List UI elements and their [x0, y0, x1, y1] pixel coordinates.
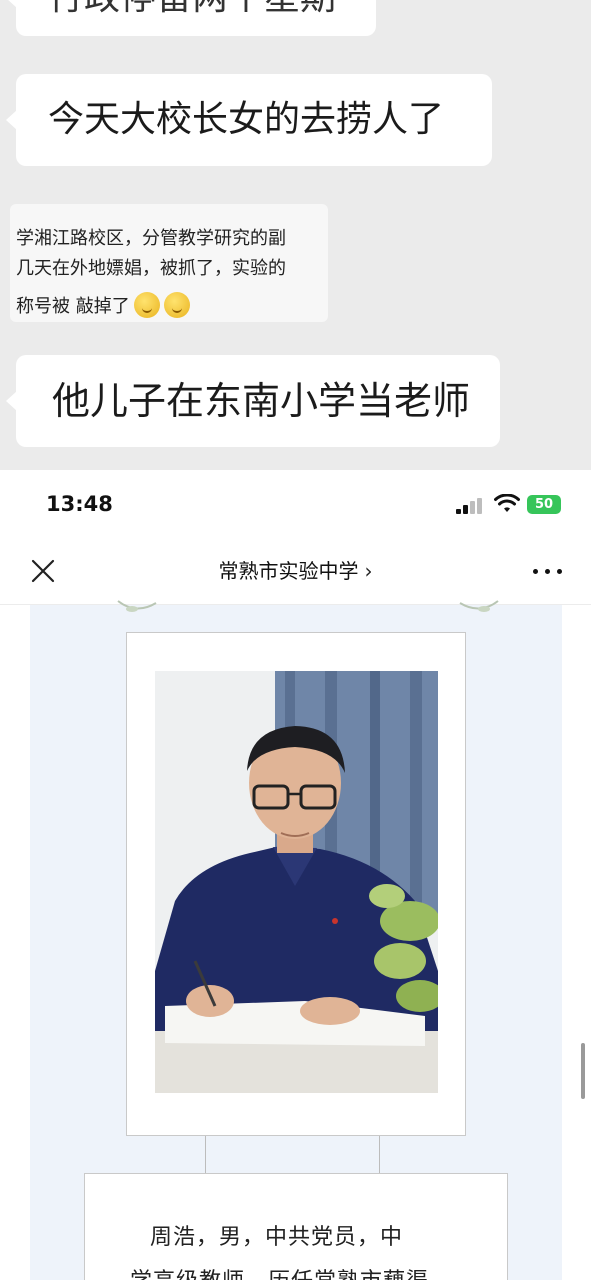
nav-title[interactable]: 常熟市实验中学 ›: [0, 558, 591, 584]
bio-line-1: 周浩，男，中共党员，中: [150, 1225, 404, 1250]
chat-bubble-text: 行政停留两个星期: [48, 0, 336, 16]
battery-level: 50: [534, 497, 554, 512]
more-icon[interactable]: [533, 569, 563, 575]
forwarded-line-1: 学湘江路校区，分管教学研究的副: [16, 228, 286, 249]
phone-screenshot: 13:48 50 常熟市实验中学 › 周浩，男，中共党员，中: [0, 470, 591, 1280]
leaf-ornament-left: [117, 600, 157, 612]
chat-bubble-text: 今天大校长女的去捞人了: [48, 99, 445, 140]
scrollbar[interactable]: [581, 1043, 585, 1099]
battery-icon: 50: [527, 495, 561, 514]
chat-bubble-son[interactable]: 他儿子在东南小学当老师: [6, 355, 500, 447]
bio-line-2: 学高级教师，历任常熟市藕渠: [130, 1263, 429, 1280]
connector-line: [205, 1136, 206, 1173]
portrait-photo: [155, 671, 438, 1093]
status-time: 13:48: [46, 492, 113, 516]
wifi-icon: [494, 494, 520, 512]
chat-screenshot: 行政停留两个星期 今天大校长女的去捞人了 学湘江路校区，分管教学研究的副 几天在…: [0, 0, 591, 470]
chat-forwarded-image[interactable]: 学湘江路校区，分管教学研究的副 几天在外地嫖娼，被抓了，实验的 称号被 敲掉了: [10, 204, 328, 322]
article-content: 周浩，男，中共党员，中 学高级教师，历任常熟市藕渠: [30, 600, 562, 1280]
chat-bubble-cut-top: 行政停留两个星期: [6, 0, 376, 36]
forwarded-line-2: 几天在外地嫖娼，被抓了，实验的: [16, 258, 286, 279]
smiley-emoji-icon: [163, 292, 190, 318]
smiley-emoji-icon: [133, 292, 160, 318]
forwarded-line-3-text: 称号被 敲掉了: [16, 296, 130, 317]
chat-bubble-text: 他儿子在东南小学当老师: [52, 379, 471, 423]
chevron-right-icon: ›: [364, 559, 373, 583]
nav-title-text: 常熟市实验中学: [218, 559, 359, 583]
bio-box: 周浩，男，中共党员，中 学高级教师，历任常熟市藕渠: [84, 1173, 508, 1280]
portrait-frame: [126, 632, 466, 1136]
signal-icon: [456, 498, 484, 514]
connector-line: [379, 1136, 380, 1173]
chat-bubble-principal[interactable]: 今天大校长女的去捞人了: [6, 74, 492, 166]
leaf-ornament-right: [459, 600, 499, 612]
forwarded-line-3: 称号被 敲掉了: [16, 292, 190, 318]
